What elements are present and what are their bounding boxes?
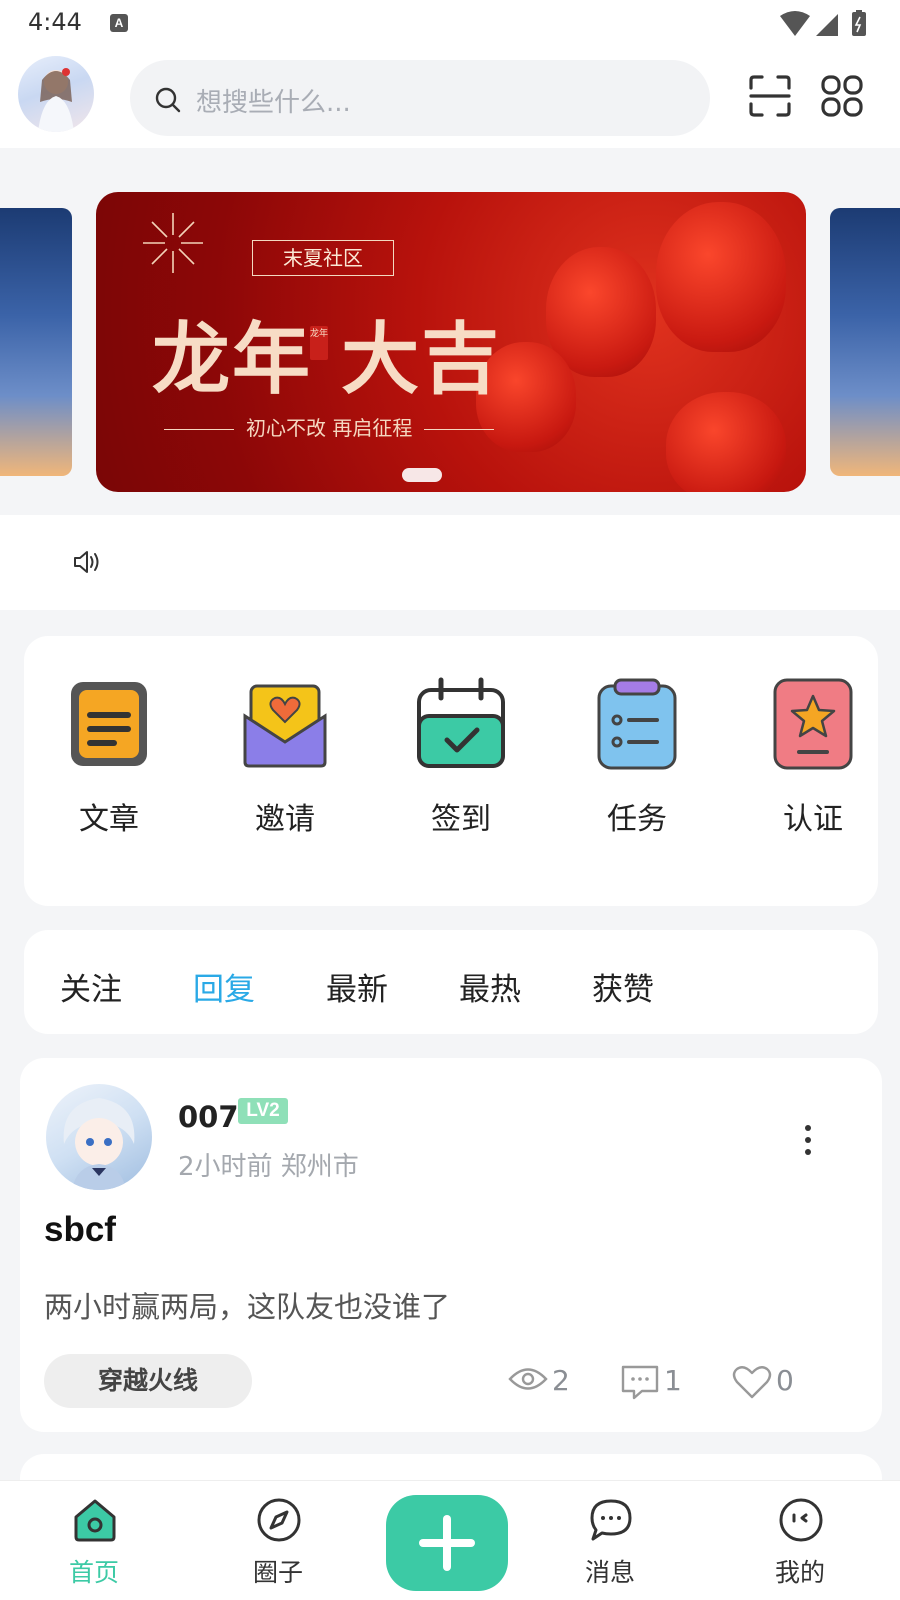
nav-profile[interactable]: 我的 — [740, 1497, 860, 1597]
username[interactable]: 007 — [178, 1100, 239, 1134]
plus-icon — [419, 1515, 475, 1571]
home-icon — [74, 1499, 116, 1542]
banner-subtitle: 初心不改 再启征程 — [246, 416, 413, 440]
post-meta: 2小时前 郑州市 — [178, 1152, 359, 1182]
post-title: sbcf — [44, 1210, 116, 1249]
firework-icon — [143, 213, 203, 273]
quick-action-label: 文章 — [79, 802, 139, 837]
tab-follow[interactable]: 关注 — [60, 964, 122, 1009]
search-bar[interactable]: 想搜些什么... — [130, 60, 710, 136]
profile-icon — [779, 1498, 823, 1542]
carousel-indicator[interactable] — [402, 468, 442, 482]
quick-action-checkin[interactable]: 签到 — [378, 676, 538, 856]
nav-label: 我的 — [774, 1558, 825, 1587]
more-options-icon[interactable] — [800, 1122, 816, 1158]
feed-tabs: 关注 回复 最新 最热 获赞 — [24, 930, 878, 1034]
level-badge: LV2 — [238, 1098, 288, 1124]
views-count: 2 — [552, 1364, 570, 1397]
search-icon — [155, 87, 181, 113]
status-time: 4:44 — [28, 8, 82, 36]
lantern-decoration — [666, 392, 786, 492]
banner-seal: 龙年 — [310, 326, 328, 360]
invite-icon — [243, 684, 327, 768]
quick-action-certify[interactable]: 认证 — [730, 676, 878, 856]
avatar-illustration — [38, 68, 74, 132]
quick-action-label: 认证 — [783, 802, 843, 837]
eye-icon — [508, 1368, 548, 1390]
banner-slide[interactable]: 末夏社区 龙年 大吉 龙年 初心不改 再启征程 — [96, 192, 806, 492]
scan-icon[interactable] — [748, 74, 792, 118]
compass-icon — [257, 1498, 301, 1542]
tab-replies[interactable]: 回复 — [193, 964, 255, 1009]
bottom-nav: 首页 圈子 消息 我的 — [0, 1480, 900, 1600]
nav-home[interactable]: 首页 — [34, 1497, 154, 1597]
quick-action-label: 邀请 — [255, 802, 315, 837]
views-stat: 2 — [508, 1360, 588, 1404]
article-icon — [71, 682, 147, 766]
comment-icon — [621, 1365, 659, 1400]
quick-action-label: 签到 — [431, 802, 491, 837]
tab-latest[interactable]: 最新 — [326, 964, 388, 1009]
banner-subtitle-row: 初心不改 再启征程 — [152, 412, 506, 441]
banner-side-card-left[interactable] — [0, 208, 72, 476]
quick-action-article[interactable]: 文章 — [26, 676, 186, 856]
tab-liked[interactable]: 获赞 — [592, 964, 654, 1009]
create-post-button[interactable] — [386, 1495, 508, 1591]
comments-stat[interactable]: 1 — [620, 1360, 700, 1404]
task-icon — [597, 678, 677, 770]
speaker-icon — [74, 551, 99, 573]
notice-bar[interactable] — [0, 515, 900, 610]
nav-messages[interactable]: 消息 — [550, 1497, 670, 1597]
search-placeholder: 想搜些什么... — [196, 88, 351, 118]
user-avatar[interactable] — [46, 1084, 152, 1190]
heart-icon — [732, 1366, 772, 1399]
tab-hottest[interactable]: 最热 — [459, 964, 521, 1009]
notification-icon: A — [110, 14, 128, 32]
likes-count: 0 — [776, 1364, 794, 1397]
quick-action-task[interactable]: 任务 — [554, 676, 714, 856]
user-avatar-illustration — [63, 1098, 135, 1190]
banner-tag: 末夏社区 — [252, 240, 394, 276]
quick-action-invite[interactable]: 邀请 — [202, 676, 362, 856]
nav-label: 消息 — [584, 1558, 635, 1587]
nav-label: 圈子 — [252, 1558, 303, 1587]
message-icon — [590, 1499, 632, 1541]
banner-side-card-right[interactable] — [830, 208, 900, 476]
checkin-icon — [417, 677, 505, 768]
topic-tag[interactable]: 穿越火线 — [44, 1354, 252, 1408]
banner-carousel[interactable]: 末夏社区 龙年 大吉 龙年 初心不改 再启征程 — [0, 148, 900, 513]
nav-label: 首页 — [68, 1558, 119, 1587]
system-status-icons — [780, 10, 866, 36]
avatar[interactable] — [18, 56, 94, 132]
nav-circles[interactable]: 圈子 — [218, 1497, 338, 1597]
top-bar: 想搜些什么... — [0, 48, 900, 148]
likes-stat[interactable]: 0 — [732, 1360, 812, 1404]
certify-icon — [773, 678, 853, 770]
post-body: 两小时赢两局，这队友也没谁了 — [44, 1290, 451, 1324]
quick-actions-panel: 文章 邀请 签到 任务 认证 — [24, 636, 878, 906]
lantern-decoration — [656, 202, 786, 352]
post-card[interactable]: 007 LV2 2小时前 郑州市 sbcf 两小时赢两局，这队友也没谁了 穿越火… — [20, 1058, 882, 1432]
status-bar: 4:44 A — [0, 0, 900, 48]
comments-count: 1 — [664, 1364, 682, 1397]
quick-action-label: 任务 — [607, 802, 667, 837]
apps-grid-icon[interactable] — [820, 74, 864, 118]
